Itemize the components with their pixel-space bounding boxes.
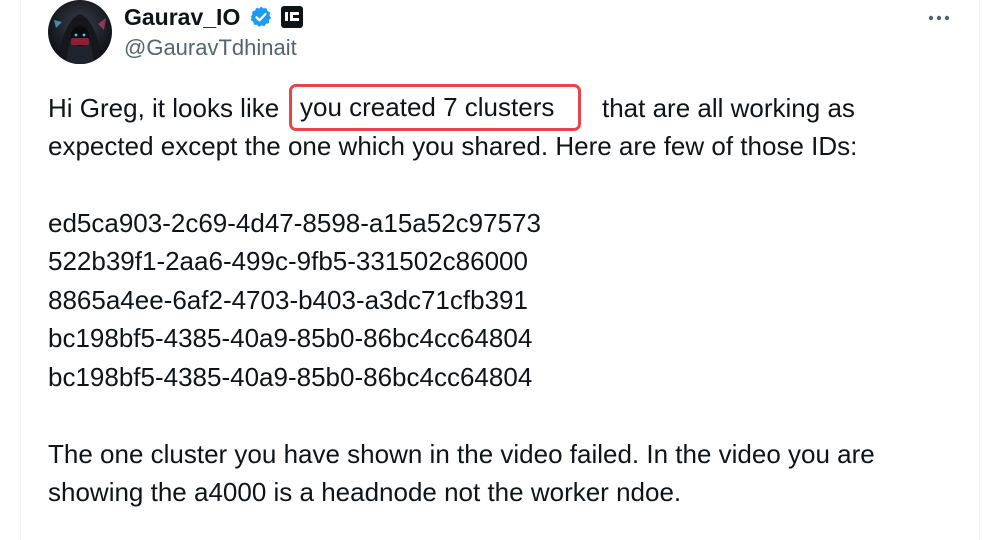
display-name[interactable]: Gaurav_IO bbox=[124, 3, 240, 31]
highlight-annotation: you created 7 clusters bbox=[289, 84, 581, 131]
tweet-closing-line-1: The one cluster you have shown in the vi… bbox=[48, 439, 875, 469]
more-horizontal-icon bbox=[928, 15, 950, 21]
verified-badge-icon[interactable] bbox=[249, 5, 273, 29]
cluster-id-2: 522b39f1-2aa6-499c-9fb5-331502c86000 bbox=[48, 246, 528, 276]
avatar-hooded-figure-icon bbox=[48, 0, 112, 64]
tweet-card: Gaurav_IO @GauravTdhinait Hi Greg, it lo… bbox=[20, 0, 980, 540]
author-handle[interactable]: @GauravTdhinait bbox=[124, 34, 297, 62]
cluster-id-4: bc198bf5-4385-40a9-85b0-86bc4cc64804 bbox=[48, 323, 533, 353]
avatar[interactable] bbox=[48, 0, 112, 64]
tweet-closing-line-2: showing the a4000 is a headnode not the … bbox=[48, 477, 682, 507]
affiliate-badge-icon[interactable] bbox=[280, 5, 304, 29]
tweet-line-2: expected except the one which you shared… bbox=[48, 131, 858, 161]
cluster-id-1: ed5ca903-2c69-4d47-8598-a15a52c97573 bbox=[48, 208, 541, 238]
cluster-id-5: bc198bf5-4385-40a9-85b0-86bc4cc64804 bbox=[48, 362, 533, 392]
highlighted-text: you created 7 clusters bbox=[300, 92, 555, 122]
tweet-line-1: Hi Greg, it looks like that are all work… bbox=[48, 89, 855, 128]
tweet-text-intro: Hi Greg, it looks like bbox=[48, 93, 280, 123]
cluster-id-3: 8865a4ee-6af2-4703-b403-a3dc71cfb391 bbox=[48, 285, 528, 315]
more-options-button[interactable] bbox=[923, 6, 955, 30]
tweet-text-continuation: that are all working as bbox=[602, 93, 855, 123]
